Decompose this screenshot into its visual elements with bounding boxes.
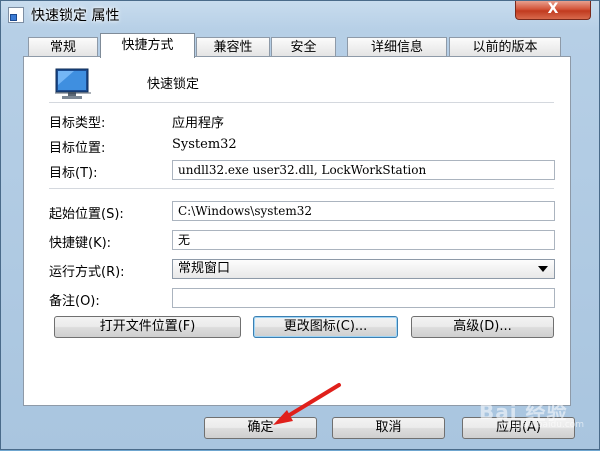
start-in-label: 起始位置(S): (49, 207, 124, 222)
target-type-value: 应用程序 (172, 116, 225, 131)
run-label: 运行方式(R): (49, 265, 125, 280)
shortcut-name: 快速锁定 (147, 77, 200, 92)
title-bar[interactable]: 快速锁定 属性 X (1, 1, 600, 29)
open-file-location-button[interactable]: 打开文件位置(F) (54, 316, 241, 338)
shortcut-panel: 快速锁定 目标类型: 应用程序 目标位置: System32 目标(T): un… (23, 56, 571, 406)
shortcut-icon (8, 7, 24, 23)
run-select-value: 常规窗口 (178, 261, 231, 276)
comment-input[interactable] (172, 288, 555, 308)
shortcut-key-label: 快捷键(K): (49, 236, 112, 251)
window-title: 快速锁定 属性 (31, 8, 120, 24)
divider (49, 188, 554, 189)
watermark-url: jingyan.baidu.com (501, 420, 585, 430)
monitor-icon (55, 68, 91, 99)
target-location-label: 目标位置: (49, 141, 106, 156)
target-label: 目标(T): (49, 166, 98, 181)
close-button[interactable]: X (515, 1, 591, 20)
advanced-button[interactable]: 高级(D)... (411, 316, 554, 338)
change-icon-button[interactable]: 更改图标(C)... (253, 316, 398, 338)
properties-window: 快速锁定 属性 X 常规 快捷方式 兼容性 安全 详细信息 以前的版本 快速锁定… (0, 0, 600, 450)
tab-general[interactable]: 常规 (28, 37, 98, 57)
target-location-value: System32 (172, 137, 237, 152)
tab-shortcut[interactable]: 快捷方式 (100, 33, 195, 58)
tab-previous-versions[interactable]: 以前的版本 (449, 37, 561, 57)
start-in-input[interactable]: C:\Windows\system32 (172, 201, 555, 221)
tab-strip: 常规 快捷方式 兼容性 安全 详细信息 以前的版本 (23, 33, 563, 58)
tab-compatibility[interactable]: 兼容性 (196, 37, 270, 57)
ok-button[interactable]: 确定 (204, 417, 317, 439)
chevron-down-icon (538, 266, 548, 272)
run-select[interactable]: 常规窗口 (172, 259, 555, 279)
tab-security[interactable]: 安全 (271, 37, 336, 57)
divider (49, 102, 554, 103)
target-type-label: 目标类型: (49, 116, 106, 131)
target-input[interactable]: undll32.exe user32.dll, LockWorkStation (172, 160, 555, 180)
comment-label: 备注(O): (49, 294, 100, 309)
tab-details[interactable]: 详细信息 (347, 37, 447, 57)
shortcut-key-input[interactable]: 无 (172, 230, 555, 250)
cancel-button[interactable]: 取消 (332, 417, 445, 439)
